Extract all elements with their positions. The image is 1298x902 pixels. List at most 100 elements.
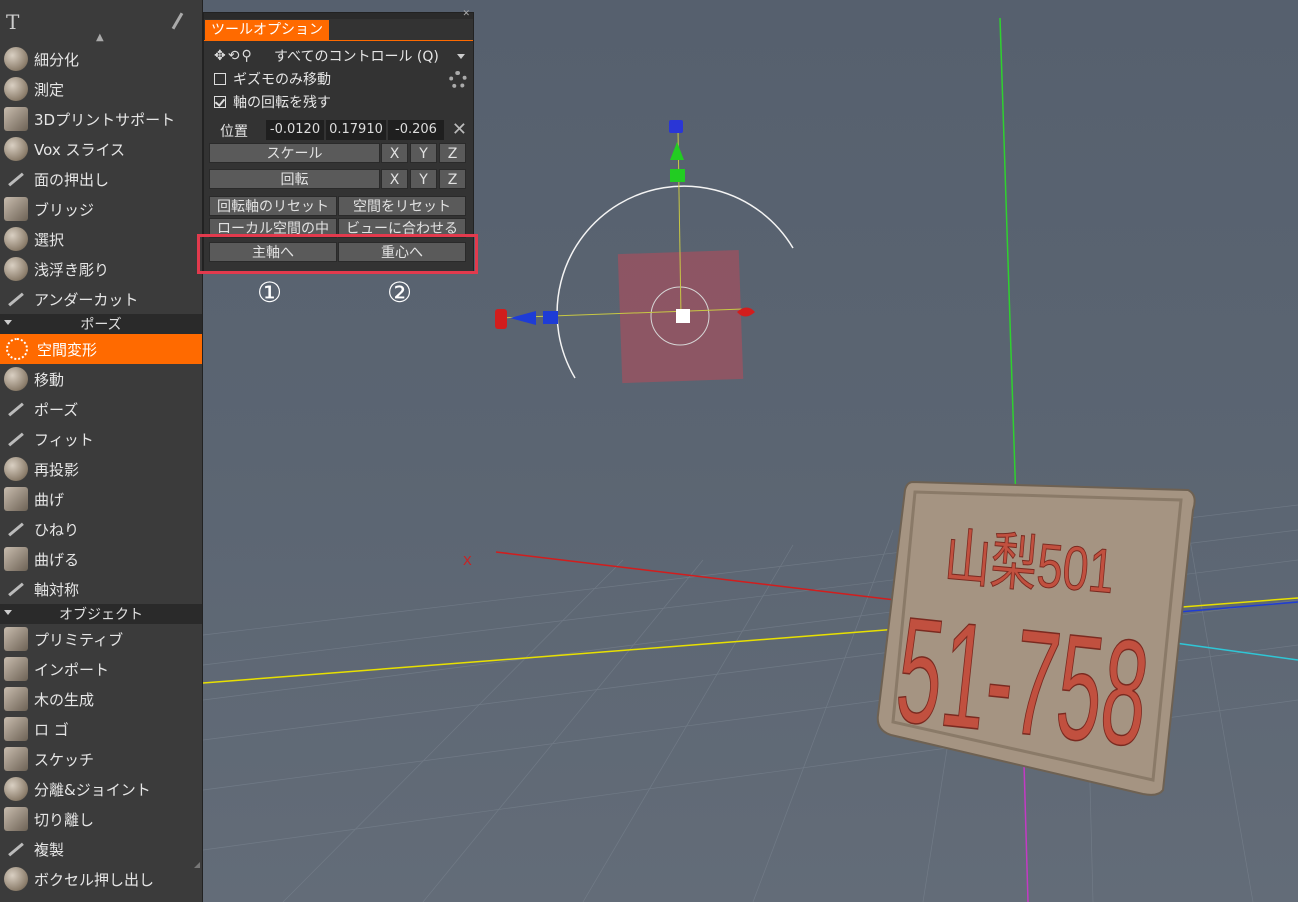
scale-y-button[interactable]: Y: [410, 143, 437, 163]
reproject-icon: [4, 457, 28, 481]
position-row: 位置 -0.0120 0.17910 -0.206 ✕: [204, 119, 473, 141]
x-end-handle: [495, 309, 507, 329]
section-header-object[interactable]: オブジェクト: [0, 604, 202, 624]
sidebar-item-label: ポーズ: [34, 400, 79, 419]
reset-rotation-axis-button[interactable]: 回転軸のリセット: [209, 196, 337, 216]
sidebar-item[interactable]: 3Dプリントサポート: [0, 104, 202, 134]
sidebar-item[interactable]: プリミティブ: [0, 624, 202, 654]
sidebar-item[interactable]: ひねり: [0, 514, 202, 544]
panel-drag-bar[interactable]: ✕: [204, 9, 473, 19]
curve-icon: [4, 547, 28, 571]
sidebar-item[interactable]: スケッチ: [0, 744, 202, 774]
sidebar-item-label: 曲げ: [34, 490, 65, 509]
sidebar-item[interactable]: 軸対称: [0, 574, 202, 604]
sidebar-item[interactable]: 木の生成: [0, 684, 202, 714]
chevron-down-icon[interactable]: [457, 54, 465, 59]
close-icon[interactable]: ✕: [462, 9, 470, 19]
logo-icon: [4, 717, 28, 741]
sidebar-item-label: 移動: [34, 370, 65, 389]
sidebar-item[interactable]: 曲げ: [0, 484, 202, 514]
collapse-caret-icon[interactable]: [4, 610, 12, 615]
import-icon: [4, 657, 28, 681]
position-x-field[interactable]: -0.0120: [266, 120, 324, 140]
sidebar-item-label: 複製: [34, 840, 65, 859]
face-extrude-icon: [4, 167, 28, 191]
sidebar-item[interactable]: 細分化: [0, 44, 202, 74]
sidebar-item[interactable]: 面の押出し: [0, 164, 202, 194]
sidebar-item[interactable]: Vox スライス: [0, 134, 202, 164]
sidebar-item[interactable]: ブリッジ: [0, 194, 202, 224]
twist-icon: [4, 517, 28, 541]
sidebar-item[interactable]: 移動: [0, 364, 202, 394]
scale-button[interactable]: スケール: [209, 143, 380, 163]
rotate-y-button[interactable]: Y: [410, 169, 437, 189]
sketch-icon: [4, 747, 28, 771]
axial-symmetry-icon: [4, 577, 28, 601]
sidebar-item-label: インポート: [34, 660, 110, 679]
keep-rotation-checkbox[interactable]: 軸の回転を残す: [214, 92, 331, 112]
checkbox-box[interactable]: [214, 73, 226, 85]
sidebar-item[interactable]: 選択: [0, 224, 202, 254]
sidebar-item-label: 軸対称: [34, 580, 80, 599]
sidebar-item[interactable]: インポート: [0, 654, 202, 684]
sidebar-item-label: ひねり: [34, 520, 80, 539]
sidebar-item-label: 選択: [34, 230, 65, 249]
sidebar-item[interactable]: アンダーカット: [0, 284, 202, 314]
sidebar-item[interactable]: 曲げる: [0, 544, 202, 574]
reset-space-button[interactable]: 空間をリセット: [338, 196, 466, 216]
sidebar-item-label: 細分化: [34, 50, 80, 69]
sidebar-item[interactable]: 分離&ジョイント: [0, 774, 202, 804]
vox-slice-icon: [4, 137, 28, 161]
sidebar-item[interactable]: 測定: [0, 74, 202, 104]
rotate-z-button[interactable]: Z: [439, 169, 466, 189]
tool-sidebar: T ▲ 細分化測定 3Dプリントサポート Vox スライス 面の押出し ブリッジ選択浅浮…: [0, 0, 203, 902]
rotate-x-button[interactable]: X: [381, 169, 408, 189]
sidebar-item-label: 浅浮き彫り: [34, 260, 110, 279]
position-z-field[interactable]: -0.206: [388, 120, 444, 140]
annotation-number-2: ②: [387, 276, 413, 309]
collapse-caret-icon[interactable]: [4, 320, 12, 325]
section-header-pose[interactable]: ポーズ: [0, 314, 202, 334]
sidebar-item[interactable]: 空間変形: [0, 334, 202, 364]
sidebar-item[interactable]: フィット: [0, 424, 202, 454]
sidebar-item[interactable]: ポーズ: [0, 394, 202, 424]
control-mode-select[interactable]: ✥⟲⚲ すべてのコントロール (Q): [214, 45, 469, 67]
y-rotate-handle: [669, 120, 683, 133]
sidebar-item[interactable]: ボクセル押し出し: [0, 864, 202, 894]
x-scale-handle: [543, 311, 558, 324]
sidebar-item[interactable]: 複製: [0, 834, 202, 864]
sidebar-item-label: 曲げる: [34, 550, 80, 569]
measure-icon: [4, 77, 28, 101]
tool-group-object: プリミティブインポート木の生成ロ ゴスケッチ 分離&ジョイント 切り離し複製ボクセル…: [0, 624, 202, 894]
y-move-arrow: [670, 142, 684, 160]
sidebar-item[interactable]: 再投影: [0, 454, 202, 484]
position-label: 位置: [220, 124, 248, 140]
checkbox-box-checked[interactable]: [214, 96, 226, 108]
pen-icon[interactable]: [171, 12, 184, 30]
rotate-button[interactable]: 回転: [209, 169, 380, 189]
scale-x-button[interactable]: X: [381, 143, 408, 163]
sidebar-item-label: 3Dプリントサポート: [34, 110, 176, 129]
checkbox-label: 軸の回転を残す: [233, 95, 331, 111]
sidebar-item[interactable]: ロ ゴ: [0, 714, 202, 744]
sidebar-item-label: アンダーカット: [34, 290, 139, 309]
cut-off-icon: [4, 807, 28, 831]
sidebar-item-label: 空間変形: [37, 340, 98, 359]
tab-tool-options[interactable]: ツールオプション: [205, 20, 329, 40]
sidebar-item[interactable]: 浅浮き彫り: [0, 254, 202, 284]
x-move-arrow: [510, 311, 536, 325]
move-rotate-zoom-icons: ✥⟲⚲: [214, 48, 254, 64]
text-tool-icon[interactable]: T: [6, 10, 19, 34]
split-join-icon: [4, 777, 28, 801]
scale-z-button[interactable]: Z: [439, 143, 466, 163]
gear-icon[interactable]: [449, 71, 467, 89]
clear-position-icon[interactable]: ✕: [452, 119, 467, 140]
scroll-up-icon[interactable]: ▲: [96, 32, 104, 43]
annotation-number-1: ①: [257, 276, 283, 309]
resize-grip-icon[interactable]: [194, 862, 200, 868]
gizmo-only-checkbox[interactable]: ギズモのみ移動: [214, 69, 331, 89]
sidebar-item[interactable]: 切り離し: [0, 804, 202, 834]
bas-relief-icon: [4, 257, 28, 281]
position-y-field[interactable]: 0.17910: [326, 120, 386, 140]
sidebar-item-label: ロ ゴ: [34, 720, 69, 739]
